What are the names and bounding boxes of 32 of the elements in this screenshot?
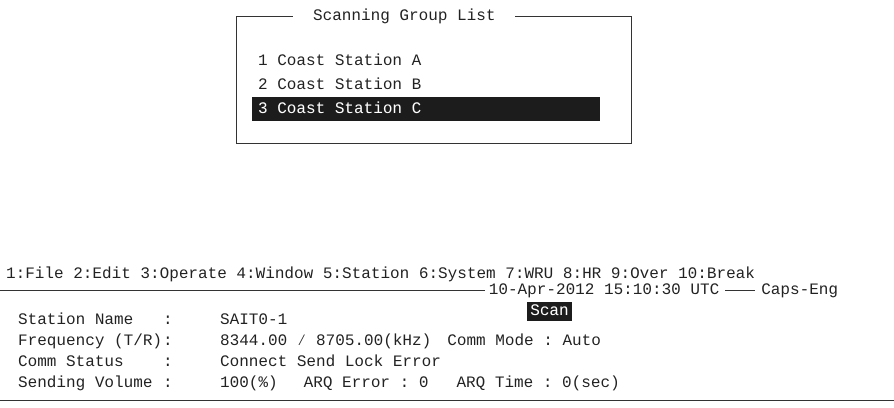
input-mode: Caps-Eng [761, 281, 838, 299]
field-label: Station Name [18, 310, 134, 331]
menu-item[interactable]: 1:File [6, 265, 64, 283]
menu-item[interactable]: 7:WRU [505, 265, 554, 283]
separator-colon: : [163, 352, 174, 373]
field-label: Sending Volume [18, 373, 154, 394]
menu-item[interactable]: 4:Window [236, 265, 314, 283]
mode-indicator: Scan [527, 302, 572, 321]
menu-item[interactable]: 8:HR [562, 265, 602, 283]
field-label: Frequency (T/R) [18, 331, 163, 352]
separator-colon: : [163, 331, 174, 352]
separator-colon: : [163, 310, 174, 331]
station-list-item[interactable]: 2 Coast Station B [252, 73, 600, 97]
station-list-item[interactable]: 3 Coast Station C [252, 97, 600, 121]
separator-colon: : [163, 373, 174, 394]
menu-item[interactable]: 6:System [418, 265, 496, 283]
menu-item[interactable]: 5:Station [322, 265, 410, 283]
menu-item[interactable]: 10:Break [678, 265, 755, 283]
menu-item[interactable]: 9:Over [610, 265, 668, 283]
field-value: 8344.00 ⁄ 8705.00(kHz) [220, 331, 432, 352]
status-text: ARQ Time : 0(sec) [456, 373, 620, 394]
station-list-item[interactable]: 1 Coast Station A [252, 49, 600, 73]
date-time: 10-Apr-2012 15:10:30 UTC [488, 281, 720, 299]
field-label: Comm Status [18, 352, 125, 373]
field-value: Connect Send Lock Error [220, 352, 441, 373]
field-value: SAIT0-1 [220, 310, 288, 331]
status-text: Comm Mode : Auto [447, 331, 601, 352]
panel-title: Scanning Group List [293, 6, 516, 26]
field-value: 100(%) [220, 373, 278, 394]
menu-item[interactable]: 2:Edit [73, 265, 131, 283]
menu-item[interactable]: 3:Operate [140, 265, 227, 283]
status-text: ARQ Error : 0 [304, 373, 428, 394]
